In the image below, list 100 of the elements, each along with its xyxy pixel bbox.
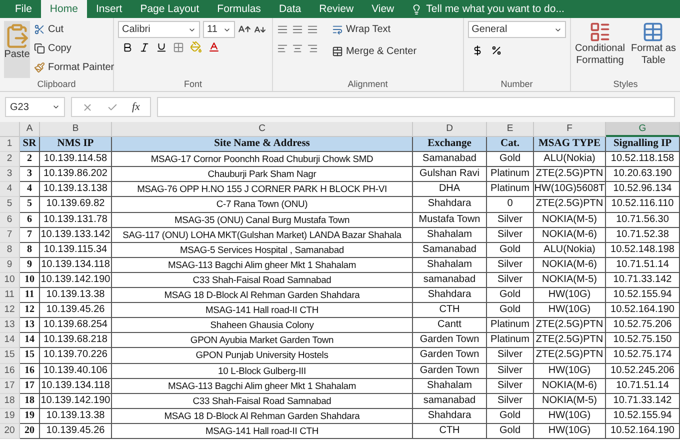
group-label: Number [500, 78, 534, 90]
align-right-icon[interactable] [306, 43, 318, 54]
table-cell: MSAG-113 Bagchi Alim gheer Mkt 1 Shahalam [112, 258, 413, 273]
table-cell: 10 [20, 272, 40, 288]
align-top-icon[interactable] [276, 24, 288, 35]
row-header[interactable]: 19 [0, 408, 20, 424]
enter-icon[interactable] [107, 102, 118, 112]
shrink-font-icon[interactable] [254, 24, 266, 36]
group-label: Font [182, 78, 203, 90]
row-header[interactable]: 11 [0, 288, 20, 304]
column-header[interactable]: C [112, 122, 413, 138]
conditional-formatting-icon [588, 21, 611, 43]
column-title-cell: Exchange [413, 137, 487, 152]
row-header[interactable]: 16 [0, 364, 20, 379]
row-header[interactable]: 14 [0, 333, 20, 348]
group-label: Alignment [346, 78, 389, 90]
tell-me-field[interactable]: Tell me what you want to do... [426, 3, 564, 15]
row-header[interactable]: 9 [0, 258, 20, 273]
table-cell: HW(10G) [534, 364, 606, 379]
row-header[interactable]: 20 [0, 424, 20, 439]
ribbon-tab[interactable]: Formulas [208, 0, 270, 18]
table-cell: 20 [20, 424, 40, 439]
table-cell: 10.139.40.106 [40, 364, 112, 379]
ribbon-tab[interactable]: File [6, 0, 41, 18]
table-cell: CTH [413, 424, 487, 439]
row-header[interactable]: 3 [0, 167, 20, 182]
align-left-icon[interactable] [276, 43, 288, 54]
table-cell: 14 [20, 333, 40, 348]
table-cell: 8 [20, 242, 40, 258]
column-header[interactable]: D [413, 122, 487, 138]
number-format-field[interactable]: General [468, 21, 566, 38]
ribbon-tab[interactable]: Home [40, 0, 87, 18]
cancel-icon[interactable] [82, 102, 93, 112]
table-cell: 10.139.68.254 [40, 318, 112, 334]
paste-button[interactable]: Paste [4, 21, 30, 78]
column-header[interactable]: F [534, 122, 606, 138]
format-painter-button[interactable]: Format Painter [34, 59, 114, 75]
row-header[interactable]: 17 [0, 378, 20, 394]
table-cell: Samanabad [413, 242, 487, 258]
row-header[interactable]: 1 [0, 137, 20, 152]
row-header[interactable]: 8 [0, 242, 20, 258]
conditional-formatting-button[interactable]: Conditional Formatting [574, 21, 625, 78]
row-header[interactable]: 5 [0, 197, 20, 213]
table-cell: 10.139.69.82 [40, 197, 112, 213]
column-title-cell: Signalling IP [606, 137, 680, 152]
table-cell: 10.52.245.206 [606, 364, 680, 379]
copy-button[interactable]: Copy [34, 40, 114, 56]
ribbon-tab[interactable]: Data [270, 0, 310, 18]
row-header[interactable]: 7 [0, 228, 20, 243]
borders-icon[interactable] [173, 42, 184, 52]
ribbon-tab[interactable]: View [362, 0, 404, 18]
ribbon-tab[interactable]: Review [310, 0, 363, 18]
align-middle-icon[interactable] [292, 24, 303, 35]
column-title-cell: Cat. [487, 137, 534, 152]
table-cell: 10.71.52.38 [606, 228, 680, 243]
row-header[interactable]: 18 [0, 394, 20, 409]
table-cell: NOKIA(M-6) [534, 378, 606, 394]
merge-center-button[interactable]: Merge & Center [332, 43, 417, 59]
table-cell: 10.52.75.150 [606, 333, 680, 348]
percent-icon[interactable] [490, 45, 502, 56]
table-cell: 10.139.13.138 [40, 182, 112, 198]
table-cell: Cantt [413, 318, 487, 334]
table-cell: 10.139.142.190 [40, 394, 112, 409]
row-header[interactable]: 2 [0, 152, 20, 168]
column-header[interactable]: A [20, 122, 40, 138]
cut-button[interactable]: Cut [34, 21, 114, 37]
font-name-field[interactable]: Calibri [118, 21, 200, 38]
font-color-icon[interactable] [208, 41, 220, 53]
table-cell: 10.71.56.30 [606, 212, 680, 228]
format-as-table-button[interactable]: Format as Table [630, 21, 676, 78]
wrap-text-button[interactable]: Wrap Text [332, 21, 417, 37]
row-header[interactable]: 13 [0, 318, 20, 334]
row-header[interactable]: 12 [0, 303, 20, 318]
row-header[interactable]: 6 [0, 212, 20, 228]
table-cell: 3 [20, 167, 40, 182]
currency-icon[interactable] [472, 45, 483, 56]
column-header[interactable]: G [606, 122, 680, 138]
row-header[interactable]: 10 [0, 272, 20, 288]
fill-color-icon[interactable] [190, 41, 202, 53]
table-cell: 11 [20, 288, 40, 304]
row-header[interactable]: 4 [0, 182, 20, 198]
underline-icon[interactable] [156, 42, 167, 52]
table-cell: 10.139.13.38 [40, 408, 112, 424]
italic-icon[interactable] [139, 42, 150, 52]
bold-icon[interactable] [122, 42, 133, 52]
align-center-icon[interactable] [292, 43, 303, 54]
ribbon-tab[interactable]: Insert [86, 0, 132, 18]
ribbon-tab[interactable]: Page Layout [131, 0, 208, 18]
table-cell: MSAG-35 (ONU) Canal Burg Mustafa Town [112, 212, 413, 228]
row-header[interactable]: 15 [0, 348, 20, 364]
table-cell: 10.52.155.94 [606, 408, 680, 424]
align-bottom-icon[interactable] [306, 24, 318, 35]
name-box[interactable]: G23 [5, 97, 65, 117]
table-cell: 10.139.115.34 [40, 242, 112, 258]
font-size-field[interactable]: 11 [203, 21, 235, 38]
column-header[interactable]: E [487, 122, 534, 138]
function-icon[interactable]: fx [132, 101, 140, 113]
table-cell: MSAG-17 Cornor Poonchh Road Chuburji Chowk SMD [112, 152, 413, 168]
column-header[interactable]: B [40, 122, 112, 138]
formula-field[interactable] [156, 97, 675, 117]
